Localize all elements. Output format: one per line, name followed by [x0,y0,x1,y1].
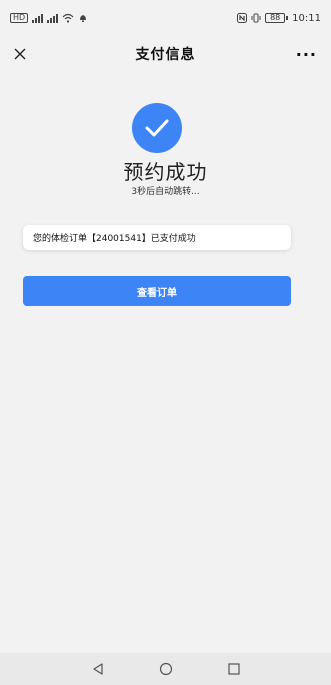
close-button[interactable] [10,44,30,64]
navigation-bar [0,653,331,685]
hd-icon: HD [10,13,29,23]
home-icon [159,662,172,676]
back-button[interactable] [88,659,108,679]
wifi-icon [62,13,74,23]
close-icon [14,48,26,60]
battery-level: 88 [265,13,286,23]
back-icon [92,663,103,675]
status-right: 88 10:11 [237,13,321,24]
signal-icon [32,13,44,23]
clock: 10:11 [292,12,321,24]
notification-icon [80,15,87,22]
recents-button[interactable] [224,659,244,679]
vibrate-icon [251,13,261,23]
redirect-countdown-text: 3秒后自动跳转... [131,187,200,197]
status-left: HD [10,13,88,23]
recents-icon [227,663,240,675]
nfc-icon [237,13,248,23]
home-button[interactable] [156,659,176,679]
order-paid-message: 您的体检订单【24001541】已支付成功 [33,234,196,244]
status-bar: HD 88 10:11 [0,0,331,36]
order-paid-notice: 您的体检订单【24001541】已支付成功 [23,225,291,250]
page-title: 支付信息 [135,47,196,63]
view-order-label: 查看订单 [137,287,177,299]
battery-icon: 88 [265,13,289,23]
success-check-icon [132,103,182,153]
view-order-button[interactable]: 查看订单 [23,276,291,306]
signal-icon [47,13,59,23]
success-title: 预约成功 [123,160,208,184]
title-bar: 支付信息 ··· [0,36,331,72]
more-button[interactable]: ··· [296,44,317,64]
